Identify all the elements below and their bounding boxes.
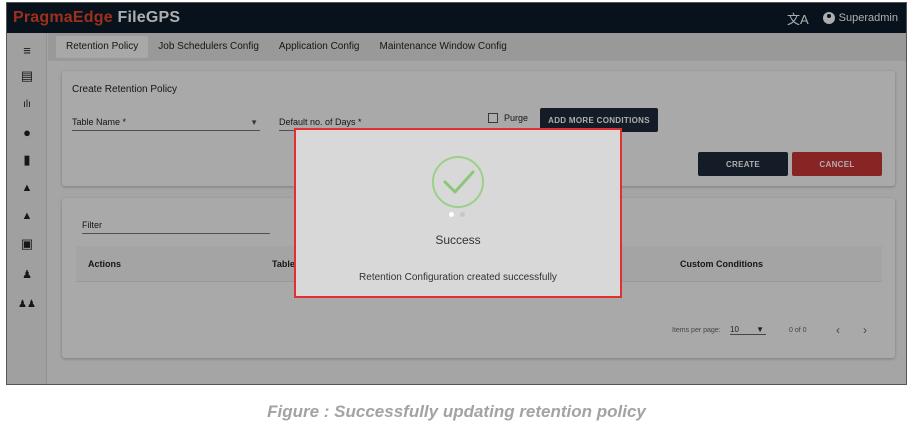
figure-caption: Figure : Successfully updating retention… — [267, 402, 646, 421]
dialog-title: Success — [435, 233, 481, 247]
dialog-message: Retention Configuration created successf… — [359, 272, 557, 283]
success-dialog: Success Retention Configuration created … — [294, 128, 622, 298]
inactive-dot — [460, 212, 465, 217]
active-dot — [449, 212, 454, 217]
app-window: PragmaEdge FileGPS 文A Superadmin ≡ ▤ ılı… — [6, 2, 907, 385]
step-indicator — [443, 212, 473, 218]
check-circle-icon — [432, 156, 484, 208]
